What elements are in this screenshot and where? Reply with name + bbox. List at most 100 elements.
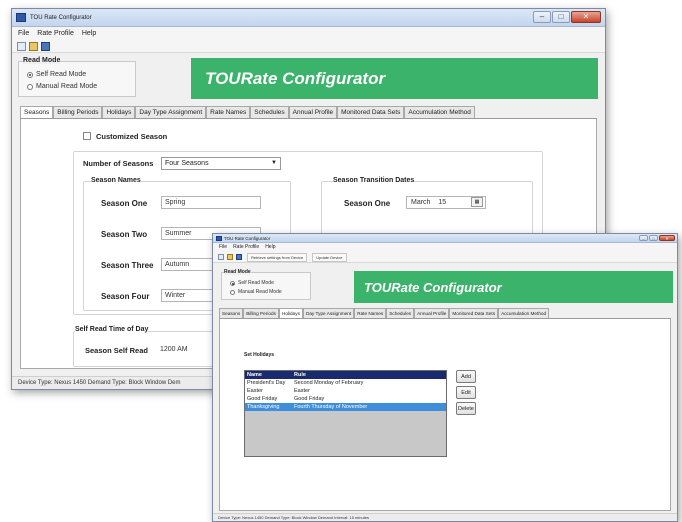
- maximize-button[interactable]: □: [649, 235, 658, 241]
- menu-bar: File Rate Profile Help: [12, 27, 605, 40]
- tab-accumulation-method[interactable]: Accumulation Method: [404, 106, 475, 118]
- radio-selected-icon: [230, 280, 235, 286]
- radio-label: Manual Read Mode: [238, 289, 282, 295]
- menu-rate-profile[interactable]: Rate Profile: [233, 243, 259, 252]
- status-bar: Device Type: Nexus 1450 Demand Type: Blo…: [213, 513, 677, 521]
- radio-label: Manual Read Mode: [36, 83, 98, 90]
- read-mode-legend: Read Mode: [23, 57, 61, 64]
- tab-strip: Seasons Billing Periods Holidays Day Typ…: [219, 308, 671, 319]
- window-title: TOU Rate Configurator: [30, 15, 92, 21]
- tab-day-type-assignment[interactable]: Day Type Assignment: [135, 106, 207, 118]
- close-button[interactable]: ✕: [571, 11, 601, 23]
- table-row[interactable]: Good Friday Good Friday: [245, 395, 446, 403]
- menu-file[interactable]: File: [18, 27, 29, 40]
- tab-rate-names[interactable]: Rate Names: [206, 106, 251, 118]
- self-read-mode-radio[interactable]: Self Read Mode: [27, 71, 86, 78]
- radio-unselected-icon: [27, 83, 33, 90]
- grid-header-row: Name Rule: [245, 371, 446, 379]
- menu-bar: File Rate Profile Help: [213, 243, 677, 252]
- self-read-legend: Self Read Time of Day: [75, 326, 149, 333]
- tab-seasons[interactable]: Seasons: [20, 106, 54, 118]
- transition-day: 15: [438, 199, 447, 206]
- tab-seasons[interactable]: Seasons: [219, 308, 244, 318]
- open-folder-icon[interactable]: [227, 254, 233, 260]
- tab-monitored-data-sets[interactable]: Monitored Data Sets: [449, 308, 499, 318]
- toolbar: [12, 40, 605, 53]
- banner-title: TOURate Configurator: [364, 279, 502, 295]
- tab-billing-periods[interactable]: Billing Periods: [53, 106, 103, 118]
- read-mode-group: Read Mode Self Read Mode Manual Read Mod…: [221, 269, 311, 300]
- edit-button[interactable]: Edit: [456, 386, 476, 399]
- season-one-input[interactable]: Spring: [161, 196, 261, 209]
- holidays-panel: Set Holidays Name Rule President's Day S…: [219, 319, 671, 511]
- holiday-name-cell: Good Friday: [247, 396, 278, 402]
- tab-annual-profile[interactable]: Annual Profile: [288, 106, 338, 118]
- holiday-rule-cell: Easter: [294, 388, 310, 394]
- status-text: Device Type: Nexus 1450 Demand Type: Blo…: [18, 380, 181, 386]
- holidays-grid[interactable]: Name Rule President's Day Second Monday …: [244, 370, 447, 457]
- radio-label: Self Read Mode: [238, 280, 274, 286]
- chevron-down-icon: ▼: [271, 160, 277, 166]
- season-four-label: Season Four: [101, 292, 150, 301]
- manual-read-mode-radio[interactable]: Manual Read Mode: [27, 83, 97, 90]
- close-button[interactable]: ✕: [659, 235, 675, 241]
- transition-month: March: [411, 199, 431, 206]
- save-icon[interactable]: [236, 254, 242, 260]
- self-read-mode-radio[interactable]: Self Read Mode: [230, 280, 274, 286]
- window-title: TOU Rate Configurator: [224, 236, 271, 241]
- front-window: TOU Rate Configurator – □ ✕ File Rate Pr…: [212, 233, 678, 522]
- tab-holidays[interactable]: Holidays: [102, 106, 136, 118]
- delete-button[interactable]: Delete: [456, 402, 476, 415]
- open-folder-icon[interactable]: [29, 41, 38, 51]
- customized-season-label: Customized Season: [96, 132, 168, 141]
- app-icon: [216, 236, 222, 241]
- menu-help[interactable]: Help: [82, 27, 96, 40]
- app-banner: TOURate Configurator: [354, 271, 673, 303]
- tab-annual-profile[interactable]: Annual Profile: [414, 308, 450, 318]
- number-of-seasons-label: Number of Seasons: [83, 159, 154, 168]
- season-three-label: Season Three: [101, 261, 154, 270]
- banner-title: TOURate Configurator: [205, 68, 386, 88]
- tab-accumulation-method[interactable]: Accumulation Method: [498, 308, 550, 318]
- tab-billing-periods[interactable]: Billing Periods: [243, 308, 279, 318]
- minimize-button[interactable]: –: [639, 235, 648, 241]
- read-mode-group: Read Mode Self Read Mode Manual Read Mod…: [18, 57, 136, 97]
- add-button[interactable]: Add: [456, 370, 476, 383]
- tab-holidays[interactable]: Holidays: [278, 308, 303, 318]
- column-rule-header: Rule: [294, 372, 306, 378]
- read-mode-legend: Read Mode: [224, 269, 251, 275]
- number-of-seasons-dropdown[interactable]: Four Seasons ▼: [161, 157, 281, 170]
- minimize-button[interactable]: –: [533, 11, 551, 23]
- retrieve-settings-button[interactable]: Retrieve settings from Device: [247, 252, 308, 262]
- save-icon[interactable]: [41, 41, 50, 51]
- toolbar: Retrieve settings from Device Update Dev…: [213, 252, 677, 263]
- menu-help[interactable]: Help: [265, 243, 275, 252]
- tab-schedules[interactable]: Schedules: [250, 106, 289, 118]
- new-file-icon[interactable]: [218, 254, 224, 260]
- season-one-label: Season One: [101, 199, 148, 208]
- season-two-label: Season Two: [101, 230, 148, 239]
- maximize-button[interactable]: □: [552, 11, 570, 23]
- dropdown-value: Four Seasons: [165, 160, 209, 167]
- table-row-selected[interactable]: Thanksgiving Fourth Thursday of November: [245, 403, 446, 411]
- holiday-rule-cell: Good Friday: [294, 396, 325, 402]
- calendar-icon[interactable]: ▦: [471, 197, 483, 207]
- tab-day-type-assignment[interactable]: Day Type Assignment: [302, 308, 355, 318]
- title-bar: TOU Rate Configurator – □ ✕: [213, 234, 677, 243]
- status-text: Device Type: Nexus 1450 Demand Type: Blo…: [218, 515, 370, 520]
- menu-rate-profile[interactable]: Rate Profile: [37, 27, 74, 40]
- season-self-read-input[interactable]: 1200 AM: [157, 343, 217, 356]
- new-file-icon[interactable]: [17, 41, 26, 51]
- update-device-button[interactable]: Update Device: [312, 252, 347, 262]
- tab-schedules[interactable]: Schedules: [386, 308, 415, 318]
- menu-file[interactable]: File: [219, 243, 227, 252]
- table-row[interactable]: Easter Easter: [245, 387, 446, 395]
- table-row[interactable]: President's Day Second Monday of Februar…: [245, 379, 446, 387]
- set-holidays-label: Set Holidays: [244, 352, 275, 358]
- radio-label: Self Read Mode: [36, 71, 87, 78]
- manual-read-mode-radio[interactable]: Manual Read Mode: [230, 289, 282, 295]
- tab-rate-names[interactable]: Rate Names: [354, 308, 387, 318]
- title-bar: TOU Rate Configurator – □ ✕: [12, 9, 605, 27]
- customized-season-checkbox[interactable]: [83, 132, 91, 140]
- tab-monitored-data-sets[interactable]: Monitored Data Sets: [337, 106, 405, 118]
